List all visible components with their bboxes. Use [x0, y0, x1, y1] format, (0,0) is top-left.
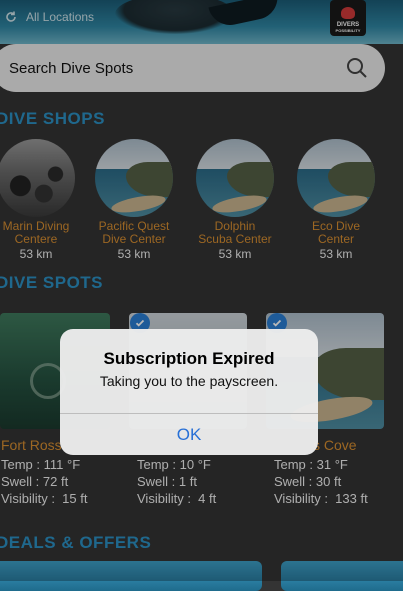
modal-overlay [0, 0, 403, 581]
alert-message: Taking you to the payscreen. [99, 373, 279, 389]
alert-title: Subscription Expired [103, 349, 275, 368]
subscription-alert: Subscription Expired Taking you to the p… [60, 329, 318, 455]
ok-button[interactable]: OK [60, 414, 318, 455]
